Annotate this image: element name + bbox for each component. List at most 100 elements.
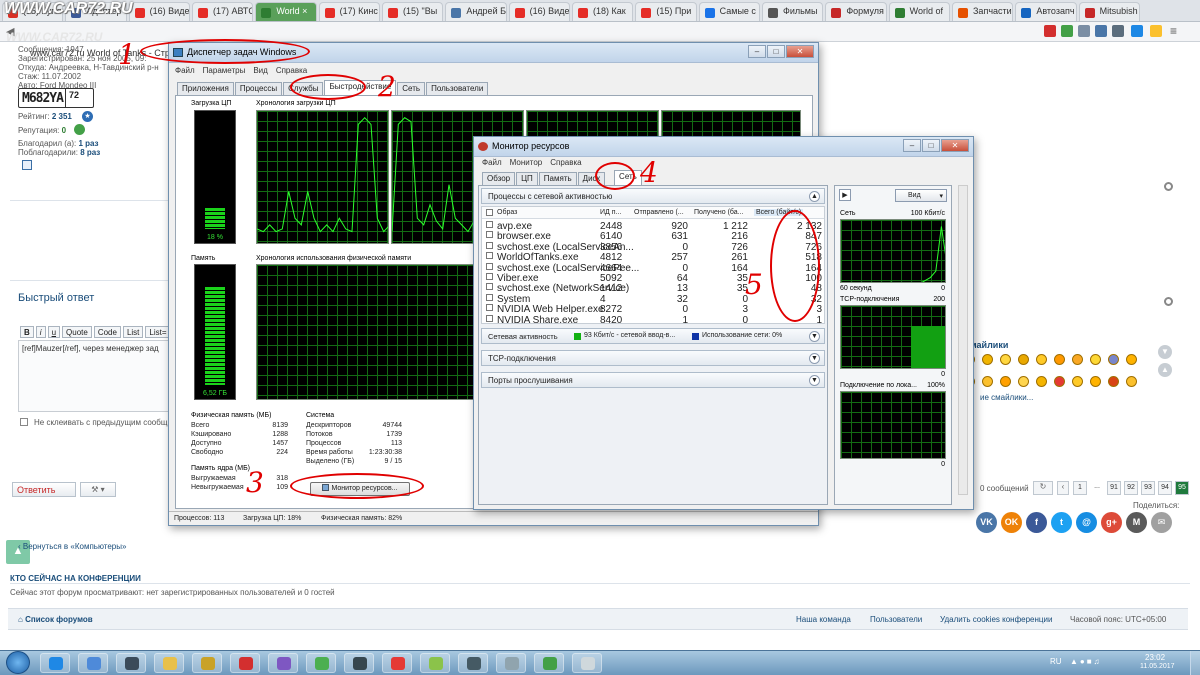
- taskbar-app-button[interactable]: [40, 653, 70, 673]
- camera-extension-icon[interactable]: [1112, 25, 1124, 37]
- smiley-icon[interactable]: [982, 354, 993, 365]
- reply-textarea[interactable]: [ref]Mauzer[/ref], через менеджер зад: [18, 340, 170, 412]
- listening-ports-header[interactable]: Порты прослушивания ▼: [481, 372, 825, 388]
- smiley-icon[interactable]: [1000, 354, 1011, 365]
- browser-tab[interactable]: (17) АВТС: [192, 2, 254, 21]
- row-checkbox[interactable]: [486, 252, 493, 260]
- browser-tab[interactable]: World of: [888, 2, 950, 21]
- editor-button[interactable]: B: [20, 326, 34, 338]
- reply-button[interactable]: Ответить: [12, 482, 76, 497]
- browser-tab[interactable]: (15) "Вы: [382, 2, 444, 21]
- resource-monitor-titlebar[interactable]: Монитор ресурсов – □ ✕: [474, 137, 973, 157]
- browser-tab[interactable]: Запчасти: [952, 2, 1014, 21]
- expand-chevron-icon[interactable]: ▼: [809, 331, 820, 342]
- tray-time[interactable]: 23:02: [1145, 653, 1165, 662]
- taskbar-app-button[interactable]: [572, 653, 602, 673]
- thumbs-up-icon[interactable]: [74, 124, 85, 135]
- editor-button[interactable]: i: [35, 326, 46, 338]
- smiley-icon[interactable]: [1018, 354, 1029, 365]
- scroll-up-button[interactable]: ▲: [1158, 363, 1172, 377]
- editor-button[interactable]: List=: [145, 326, 171, 338]
- menu-help[interactable]: Справка: [276, 66, 307, 75]
- tab-memory[interactable]: Память: [538, 172, 577, 185]
- shield-extension-icon[interactable]: [1044, 25, 1056, 37]
- smiley-icon[interactable]: [1126, 376, 1137, 387]
- tab-overview[interactable]: Обзор: [482, 172, 516, 185]
- page-link[interactable]: 94: [1158, 481, 1172, 495]
- browser-tab[interactable]: (18) Как: [572, 2, 634, 21]
- tray-language[interactable]: RU: [1050, 657, 1062, 666]
- page-link[interactable]: 92: [1124, 481, 1138, 495]
- taskbar-app-button[interactable]: [230, 653, 260, 673]
- thanked-value[interactable]: 1 раз: [78, 139, 98, 148]
- editor-button[interactable]: List: [122, 326, 144, 338]
- taskbar-app-button[interactable]: [78, 653, 108, 673]
- page-link[interactable]: 93: [1141, 481, 1155, 495]
- editor-button[interactable]: u: [47, 326, 61, 338]
- browser-tab[interactable]: Mitsubish: [1078, 2, 1140, 21]
- row-checkbox[interactable]: [486, 262, 493, 270]
- rating-value[interactable]: 2 351: [52, 112, 72, 121]
- col-sent[interactable]: Отправлено (...: [634, 209, 684, 216]
- browser-tab[interactable]: Формуля: [825, 2, 887, 21]
- smiley-icon[interactable]: [1000, 376, 1011, 387]
- menu-help[interactable]: Справка: [550, 158, 581, 167]
- browser-tab[interactable]: (15) При: [635, 2, 697, 21]
- pagination-refresh[interactable]: ↻: [1033, 481, 1053, 495]
- col-received[interactable]: Получено (ба...: [694, 209, 744, 216]
- menu-monitor[interactable]: Монитор: [510, 158, 543, 167]
- counter-extension-icon[interactable]: [1131, 25, 1143, 37]
- minimize-button[interactable]: –: [748, 45, 766, 58]
- graph-pane-expand[interactable]: ▶: [839, 189, 851, 201]
- collapse-chevron-icon[interactable]: ▲: [809, 191, 820, 202]
- smiley-icon[interactable]: [1072, 376, 1083, 387]
- footer-users[interactable]: Пользователи: [870, 615, 922, 624]
- browser-tab[interactable]: Автозапч: [1015, 2, 1077, 21]
- tray-date[interactable]: 11.05.2017: [1140, 663, 1175, 670]
- footer-delete-cookies[interactable]: Удалить cookies конференции: [940, 615, 1052, 624]
- share-icon[interactable]: OK: [1001, 512, 1022, 533]
- share-icon[interactable]: ✉: [1151, 512, 1172, 533]
- scroll-down-button[interactable]: ▼: [1158, 345, 1172, 359]
- taskbar-app-button[interactable]: [116, 653, 146, 673]
- smiley-icon[interactable]: [1126, 354, 1137, 365]
- browser-tab[interactable]: Андрей Б: [445, 2, 507, 21]
- page-link[interactable]: 91: [1107, 481, 1121, 495]
- share-icon[interactable]: f: [1026, 512, 1047, 533]
- taskbar-app-button[interactable]: [192, 653, 222, 673]
- menu-file[interactable]: Файл: [175, 66, 195, 75]
- taskbar-app-button[interactable]: [420, 653, 450, 673]
- share-icon[interactable]: @: [1076, 512, 1097, 533]
- select-all-checkbox[interactable]: [486, 209, 493, 216]
- taskbar-app-button[interactable]: [344, 653, 374, 673]
- menu-file[interactable]: Файл: [482, 158, 502, 167]
- page-link[interactable]: 95: [1175, 481, 1189, 495]
- smiley-icon[interactable]: [982, 376, 993, 387]
- smiley-icon[interactable]: [1036, 376, 1047, 387]
- thanked-by-value[interactable]: 8 раз: [80, 148, 100, 157]
- share-icon[interactable]: M: [1126, 512, 1147, 533]
- collapse-icon[interactable]: [1164, 182, 1173, 191]
- tab-cpu[interactable]: ЦП: [516, 172, 538, 185]
- smiley-icon[interactable]: [1090, 376, 1101, 387]
- page-link[interactable]: 1: [1073, 481, 1087, 495]
- row-checkbox[interactable]: [486, 231, 493, 239]
- tab-users[interactable]: Пользователи: [426, 82, 489, 95]
- taskbar-app-button[interactable]: [306, 653, 336, 673]
- browser-tab[interactable]: Самые с: [698, 2, 760, 21]
- close-button[interactable]: ✕: [941, 139, 969, 152]
- smiley-icon[interactable]: [1090, 354, 1101, 365]
- start-button[interactable]: [6, 651, 30, 674]
- row-checkbox[interactable]: [486, 221, 493, 228]
- row-checkbox[interactable]: [486, 241, 493, 249]
- taskbar-app-button[interactable]: [382, 653, 412, 673]
- smiley-icon[interactable]: [1054, 354, 1065, 365]
- tab-applications[interactable]: Приложения: [177, 82, 234, 95]
- share-icon[interactable]: t: [1051, 512, 1072, 533]
- star-extension-icon[interactable]: [1150, 25, 1162, 37]
- col-image[interactable]: Образ: [497, 209, 517, 216]
- back-link[interactable]: ‹ Вернуться в «Компьютеры»: [18, 542, 126, 551]
- browser-tab[interactable]: (16) Виде: [508, 2, 570, 21]
- show-desktop-button[interactable]: [1190, 651, 1200, 675]
- no-merge-checkbox[interactable]: [20, 418, 28, 426]
